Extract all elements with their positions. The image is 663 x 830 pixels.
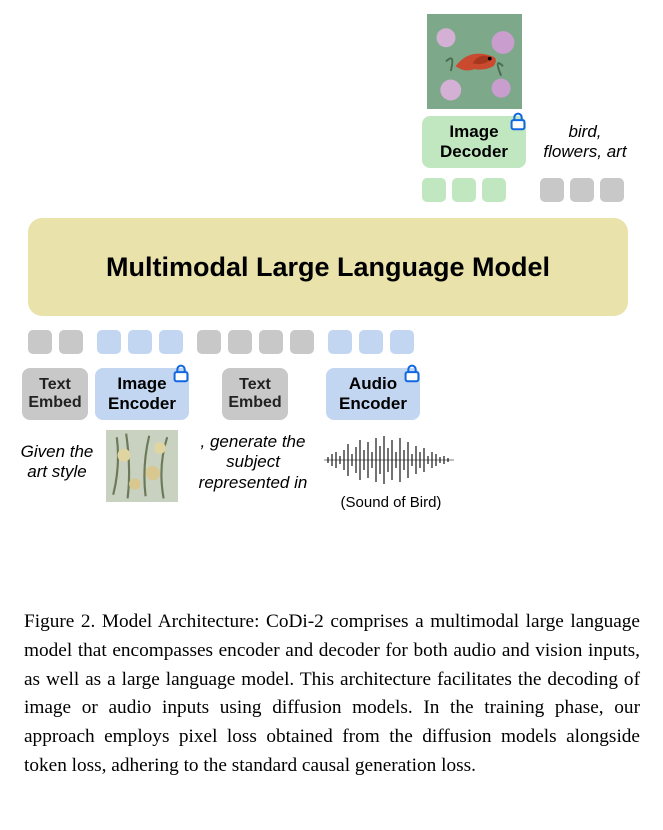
text-embed-2-block: Text Embed [222,368,288,420]
token [197,330,221,354]
token [97,330,121,354]
prompt-text-1: Given the art style [12,442,102,483]
multimodal-llm-block: Multimodal Large Language Model [28,218,628,316]
token [290,330,314,354]
generated-image [427,14,522,109]
token [570,178,594,202]
token [452,178,476,202]
token [228,330,252,354]
token [159,330,183,354]
token [540,178,564,202]
image-decoder-block: Image Decoder [422,116,526,168]
token [390,330,414,354]
image-encoder-block: Image Encoder [95,368,189,420]
lock-icon [401,362,423,384]
architecture-diagram: Image Decoder bird, flowers, art Multimo… [0,0,663,575]
audio-encoder-label: Audio Encoder [339,374,407,413]
token [59,330,83,354]
token [600,178,624,202]
text-embed-1-block: Text Embed [22,368,88,420]
prompt-text-2: , generate the subject represented in [188,432,318,493]
token [359,330,383,354]
figure-caption: Figure 2. Model Architecture: CoDi-2 com… [24,608,640,781]
token [128,330,152,354]
text-embed-2-label: Text Embed [228,376,281,413]
image-decoder-label: Image Decoder [440,122,508,161]
lock-icon [507,110,529,132]
token [422,178,446,202]
token [28,330,52,354]
lock-icon [170,362,192,384]
token [482,178,506,202]
audio-encoder-block: Audio Encoder [326,368,420,420]
image-encoder-label: Image Encoder [108,374,176,413]
output-text: bird, flowers, art [530,122,640,163]
token [259,330,283,354]
audio-caption: (Sound of Bird) [326,494,456,511]
llm-title: Multimodal Large Language Model [106,252,550,283]
style-reference-image [106,430,178,502]
token [328,330,352,354]
audio-waveform [324,432,454,488]
text-embed-1-label: Text Embed [28,376,81,413]
